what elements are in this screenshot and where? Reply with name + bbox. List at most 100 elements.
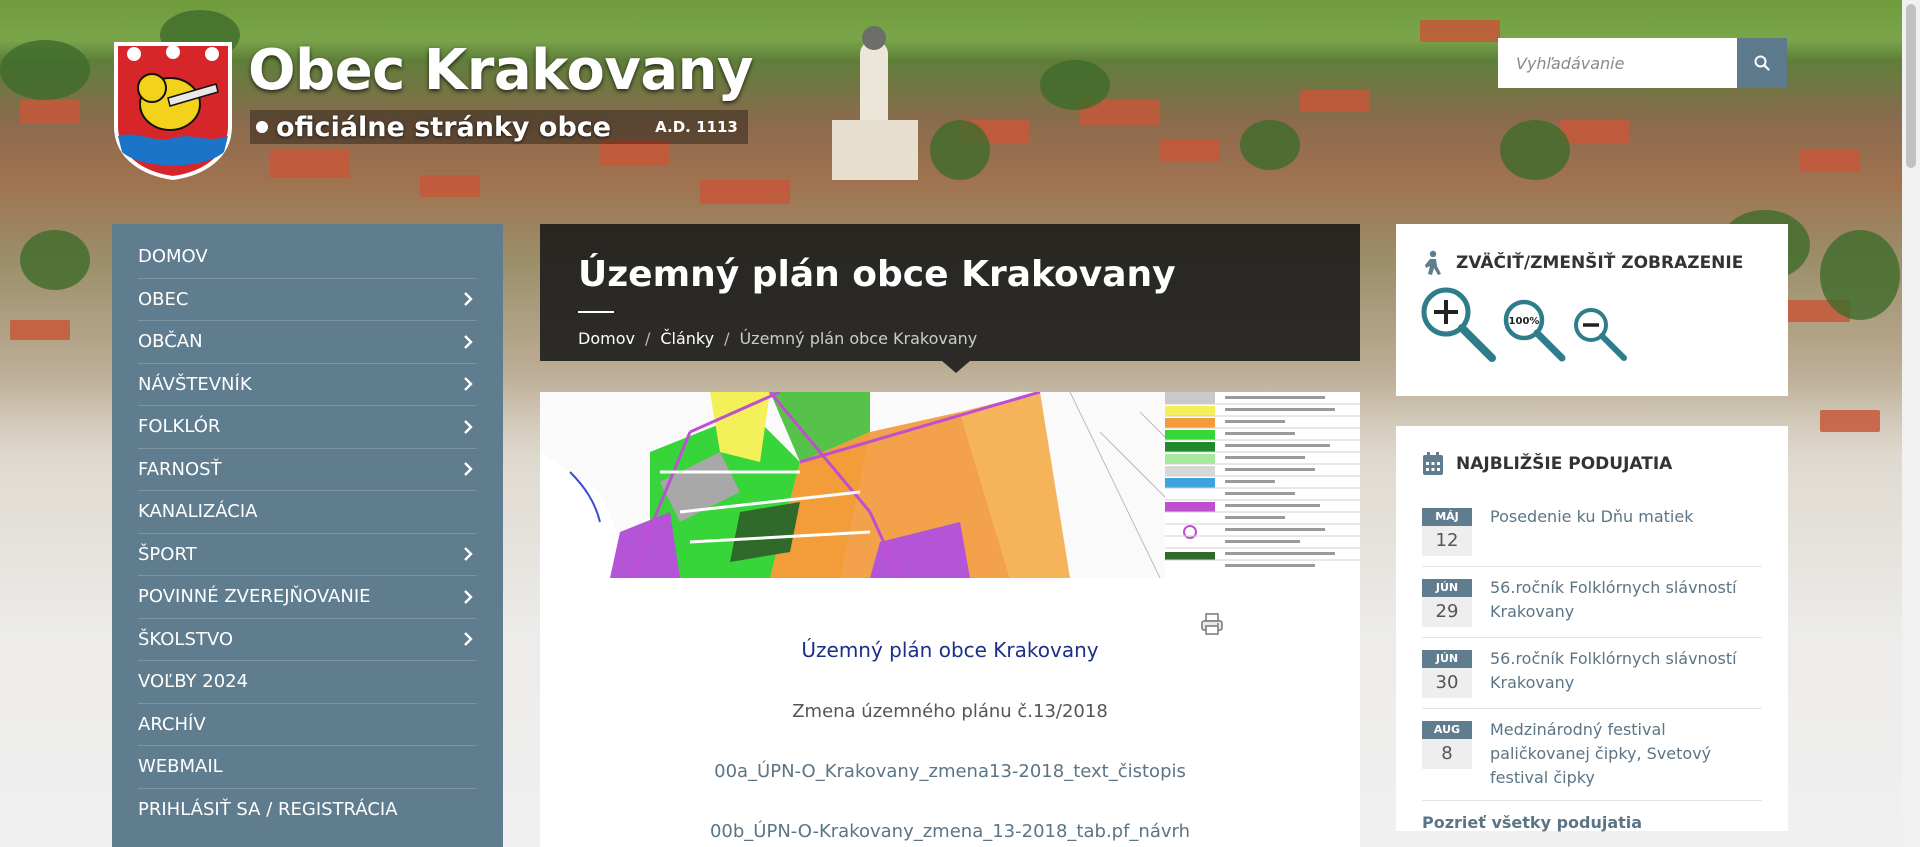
event-title[interactable]: Posedenie ku Dňu matiek [1490,505,1693,556]
chevron-right-icon[interactable] [459,630,477,648]
page-scrollbar[interactable] [1902,0,1920,847]
events-widget-title: Najbližšie podujatia [1456,454,1673,474]
events-widget-header: Najbližšie podujatia [1396,426,1788,476]
chevron-right-icon[interactable] [459,418,477,436]
nav-label: Archív [138,713,206,735]
chevron-right-icon[interactable] [459,333,477,351]
article-subheading: Zmena územného plánu č.13/2018 [792,701,1108,722]
nav-item-obcan[interactable]: Občan [138,321,477,364]
nav-label: Domov [138,246,208,268]
nav-label: Prihlásiť sa / Registrácia [138,799,398,821]
village-crest-logo[interactable] [112,40,234,181]
nav-item-obec[interactable]: Obec [138,279,477,321]
event-title[interactable]: Medzinárodný festival paličkovanej čipky… [1490,718,1762,790]
event-title[interactable]: 56.ročník Folklórnych slávností Krakovan… [1490,647,1762,698]
nav-item-archiv[interactable]: Archív [138,704,477,746]
event-month: JÚN [1422,650,1472,668]
breadcrumb-current: Územný plán obce Krakovany [739,329,978,348]
breadcrumb-articles[interactable]: Články [660,329,714,348]
event-day: 12 [1422,526,1472,556]
breadcrumb: Domov / Články / Územný plán obce Krakov… [578,329,1322,348]
zoom-widget-header: Zväčiť/Zmenšiť zobrazenie [1396,224,1788,276]
event-date: JÚN 29 [1422,579,1472,627]
nav-item-farnost[interactable]: Farnosť [138,449,477,491]
chevron-right-icon[interactable] [459,588,477,606]
event-item[interactable]: JÚN 30 56.ročník Folklórnych slávností K… [1422,638,1762,709]
page-header: Územný plán obce Krakovany Domov / Článk… [540,224,1360,361]
founding-year: A.D. 1113 [655,118,738,136]
zoom-in-icon[interactable] [1420,286,1496,362]
nav-label: Webmail [138,756,223,778]
events-widget: Najbližšie podujatia MÁJ 12 Posedenie ku… [1396,426,1788,832]
event-title[interactable]: 56.ročník Folklórnych slávností Krakovan… [1490,576,1762,627]
site-subtitle-bar: oficiálne stránky obce A.D. 1113 [250,110,748,144]
search-input[interactable] [1498,38,1737,88]
nav-label: Občan [138,331,203,353]
nav-item-sport[interactable]: Šport [138,534,477,576]
nav-item-webmail[interactable]: Webmail [138,746,477,789]
zoom-widget: Zväčiť/Zmenšiť zobrazenie 100% [1396,224,1788,396]
church-image [832,26,918,180]
nav-item-login[interactable]: Prihlásiť sa / Registrácia [138,789,477,832]
breadcrumb-separator: / [644,329,651,348]
event-month: AUG [1422,721,1472,739]
nav-label: Kanalizácia [138,501,258,523]
event-day: 29 [1422,597,1472,627]
event-date: AUG 8 [1422,721,1472,790]
nav-label: Folklór [138,416,221,438]
search-button[interactable] [1737,38,1787,88]
breadcrumb-home[interactable]: Domov [578,329,635,348]
calendar-icon [1423,452,1443,475]
site-title[interactable]: Obec Krakovany [248,38,754,103]
main-navigation: Domov Obec Občan Návštevník Folklór Farn… [112,224,503,847]
document-link[interactable]: 00b_ÚPN-O-Krakovany_zmena_13-2018_tab.pf… [540,821,1360,842]
nav-label: Obec [138,288,189,310]
zoom-out-icon[interactable] [1572,306,1628,362]
event-date: MÁJ 12 [1422,508,1472,556]
chevron-right-icon[interactable] [459,545,477,563]
nav-label: Školstvo [138,628,234,650]
scrollbar-thumb[interactable] [1906,4,1916,168]
breadcrumb-separator: / [724,329,730,348]
nav-label: Farnosť [138,458,222,480]
nav-item-domov[interactable]: Domov [138,236,477,279]
nav-item-povinne-zverejnovanie[interactable]: Povinné zverejňovanie [138,576,477,619]
chevron-right-icon[interactable] [459,375,477,393]
chevron-right-icon[interactable] [459,290,477,308]
zoom-controls: 100% [1396,276,1788,362]
chevron-right-icon[interactable] [459,460,477,478]
article-heading: Územný plán obce Krakovany [801,638,1099,662]
nav-item-skolstvo[interactable]: Školstvo [138,619,477,661]
print-icon[interactable] [1200,612,1224,636]
event-item[interactable]: JÚN 29 56.ročník Folklórnych slávností K… [1422,567,1762,638]
event-month: JÚN [1422,579,1472,597]
search-form [1498,38,1787,88]
search-icon [1754,55,1770,71]
document-link[interactable]: 00a_ÚPN-O_Krakovany_zmena13-2018_text_či… [540,761,1360,782]
nav-label: Návštevník [138,373,252,395]
header-pointer [942,361,970,373]
nav-label: Povinné zverejňovanie [138,586,371,608]
nav-item-folklor[interactable]: Folklór [138,406,477,449]
event-month: MÁJ [1422,508,1472,526]
title-divider [578,311,614,313]
zoning-plan-image[interactable] [540,392,1360,578]
all-events-link[interactable]: Pozrieť všetky podujatia [1422,813,1762,832]
page-title: Územný plán obce Krakovany [578,254,1176,295]
bullet-icon [256,121,268,133]
event-item[interactable]: AUG 8 Medzinárodný festival paličkovanej… [1422,709,1762,801]
nav-item-volby-2024[interactable]: Voľby 2024 [138,661,477,704]
event-day: 8 [1422,739,1472,769]
zoom-reset-icon[interactable]: 100% [1502,298,1566,362]
event-item[interactable]: MÁJ 12 Posedenie ku Dňu matiek [1422,496,1762,567]
nav-item-navstevnik[interactable]: Návštevník [138,364,477,406]
zoom-widget-title: Zväčiť/Zmenšiť zobrazenie [1456,253,1744,273]
accessibility-person-icon [1425,250,1441,275]
nav-label: Voľby 2024 [138,671,249,693]
nav-item-kanalizacia[interactable]: Kanalizácia [138,491,477,534]
event-date: JÚN 30 [1422,650,1472,698]
site-subtitle: oficiálne stránky obce [276,111,612,143]
nav-label: Šport [138,543,197,565]
event-day: 30 [1422,668,1472,698]
zoom-reset-label: 100% [1509,316,1540,327]
